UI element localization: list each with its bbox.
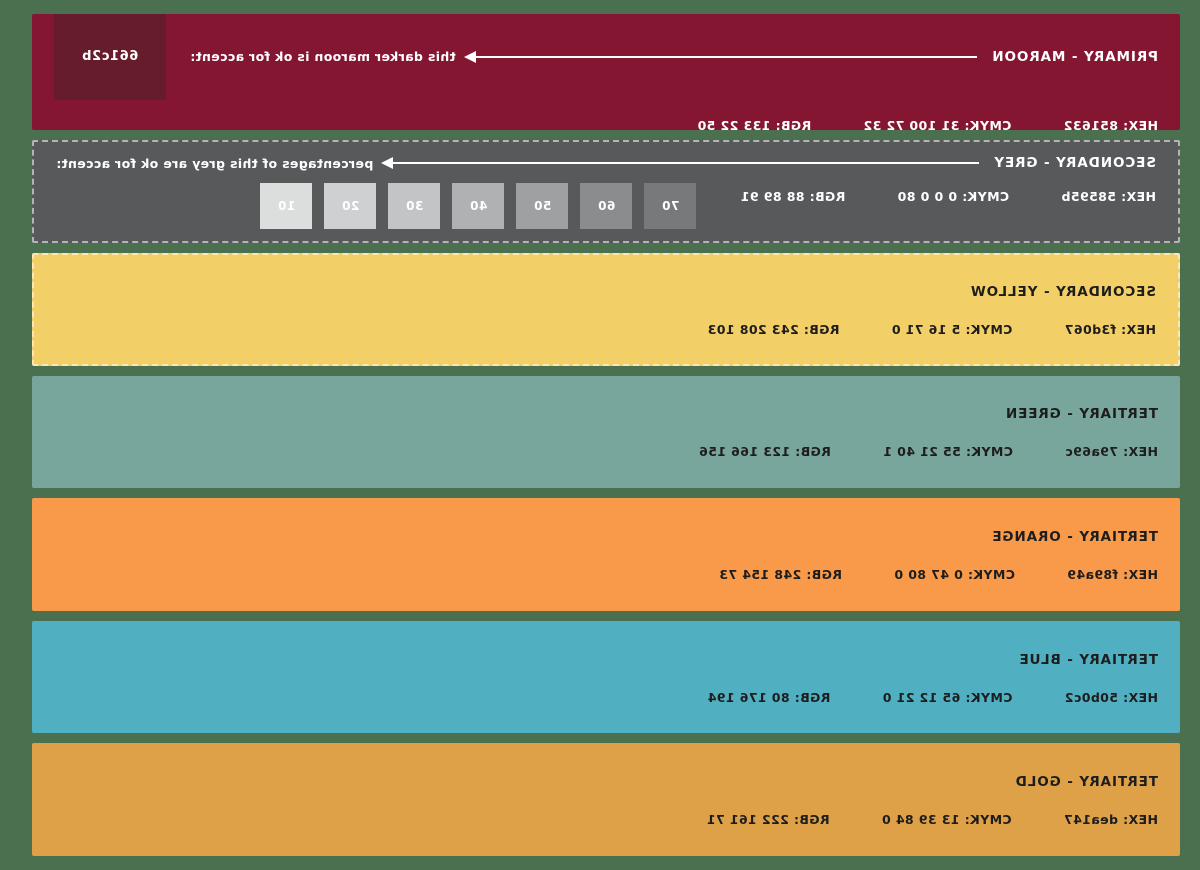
color-band-tertiary-orange: TERTIARY - ORANGE HEX: f89a49 CMYK: 0 47… bbox=[32, 498, 1180, 611]
maroon-rgb-value: RGB: 133 22 50 bbox=[697, 117, 812, 133]
grey-percent-chip[interactable]: 10 bbox=[260, 183, 313, 230]
green-rgb-value: RGB: 123 166 156 bbox=[698, 444, 831, 460]
gold-rgb-value: RGB: 222 161 71 bbox=[706, 812, 830, 828]
color-band-secondary-yellow: SECONDARY - YELLOW HEX: f3d067 CMYK: 5 1… bbox=[32, 252, 1180, 366]
grey-percent-chip[interactable]: 60 bbox=[580, 183, 633, 230]
yellow-values-row: HEX: f3d067 CMYK: 5 16 71 0 RGB: 243 208… bbox=[56, 322, 1156, 337]
grey-note-group: percentages of this grey are ok for acce… bbox=[56, 155, 980, 171]
green-cmyk-value: CMYK: 55 21 40 1 bbox=[882, 444, 1013, 460]
maroon-header-row: PRIMARY - MAROON this darker maroon is o… bbox=[54, 13, 1158, 100]
orange-rgb-value: RGB: 248 154 73 bbox=[718, 566, 842, 582]
grey-rgb-value: RGB: 88 89 91 bbox=[740, 189, 846, 205]
orange-values-row: HEX: f89a49 CMYK: 0 47 80 0 RGB: 248 154… bbox=[54, 567, 1158, 582]
grey-percent-chip[interactable]: 70 bbox=[644, 183, 697, 230]
green-hex-value: HEX: 79a69c bbox=[1064, 444, 1158, 460]
blue-values-row: HEX: 50b0c2 CMYK: 65 12 21 0 RGB: 80 176… bbox=[54, 690, 1158, 705]
grey-percent-label: 50 bbox=[533, 199, 552, 214]
gold-hex-value: HEX: dea147 bbox=[1063, 812, 1158, 828]
band-title-maroon: PRIMARY - MAROON bbox=[991, 48, 1158, 65]
yellow-cmyk-value: CMYK: 5 16 71 0 bbox=[891, 321, 1013, 337]
maroon-values-row: HEX: 851632 CMYK: 31 100 72 32 RGB: 133 … bbox=[54, 118, 1158, 133]
orange-hex-value: HEX: f89a49 bbox=[1066, 566, 1158, 582]
accent-swatch-dark-maroon[interactable]: 661c2b bbox=[54, 13, 166, 100]
grey-percent-label: 70 bbox=[661, 199, 680, 214]
color-band-tertiary-green: TERTIARY - GREEN HEX: 79a69c CMYK: 55 21… bbox=[32, 375, 1180, 489]
grey-body-row: HEX: 58595b CMYK: 0 0 0 80 RGB: 88 89 91… bbox=[56, 171, 1156, 230]
orange-cmyk-value: CMYK: 0 47 80 0 bbox=[893, 566, 1015, 582]
grey-percent-chip[interactable]: 40 bbox=[452, 183, 505, 230]
grey-percent-label: 10 bbox=[277, 199, 296, 214]
grey-cmyk-value: CMYK: 0 0 0 80 bbox=[897, 189, 1010, 205]
maroon-accent-note: this darker maroon is ok for accent: bbox=[190, 49, 456, 64]
grey-percent-chip[interactable]: 20 bbox=[324, 183, 377, 230]
grey-percent-label: 60 bbox=[597, 199, 616, 214]
arrow-right-icon bbox=[463, 50, 978, 63]
grey-percent-label: 30 bbox=[405, 199, 424, 214]
maroon-cmyk-value: CMYK: 31 100 72 32 bbox=[863, 117, 1012, 133]
blue-rgb-value: RGB: 80 176 194 bbox=[707, 689, 831, 705]
grey-accent-note: percentages of this grey are ok for acce… bbox=[56, 155, 374, 171]
maroon-hex-value: HEX: 851632 bbox=[1063, 117, 1158, 133]
gold-values-row: HEX: dea147 CMYK: 13 39 84 0 RGB: 222 16… bbox=[54, 812, 1158, 827]
color-band-tertiary-gold: TERTIARY - GOLD HEX: dea147 CMYK: 13 39 … bbox=[32, 743, 1180, 857]
grey-percent-label: 40 bbox=[469, 199, 488, 214]
accent-swatch-label: 661c2b bbox=[81, 49, 139, 64]
grey-percent-chip[interactable]: 30 bbox=[388, 183, 441, 230]
band-title-blue: TERTIARY - BLUE bbox=[1018, 651, 1158, 668]
grey-percent-chip[interactable]: 50 bbox=[516, 183, 569, 230]
band-title-yellow: SECONDARY - YELLOW bbox=[969, 283, 1156, 300]
yellow-rgb-value: RGB: 243 208 103 bbox=[707, 321, 840, 337]
band-title-green: TERTIARY - GREEN bbox=[1005, 406, 1158, 423]
blue-hex-value: HEX: 50b0c2 bbox=[1064, 689, 1158, 705]
green-values-row: HEX: 79a69c CMYK: 55 21 40 1 RGB: 123 16… bbox=[54, 444, 1158, 459]
color-band-primary-maroon: PRIMARY - MAROON this darker maroon is o… bbox=[32, 13, 1180, 133]
band-title-orange: TERTIARY - ORANGE bbox=[991, 528, 1158, 545]
gold-cmyk-value: CMYK: 13 39 84 0 bbox=[881, 812, 1012, 828]
blue-cmyk-value: CMYK: 65 12 21 0 bbox=[882, 689, 1013, 705]
band-title-grey: SECONDARY - GREY bbox=[993, 155, 1156, 172]
band-title-gold: TERTIARY - GOLD bbox=[1014, 774, 1158, 791]
arrow-right-icon bbox=[381, 157, 980, 170]
maroon-note-group: this darker maroon is ok for accent: bbox=[190, 49, 978, 64]
color-band-secondary-grey: SECONDARY - GREY percentages of this gre… bbox=[32, 140, 1180, 243]
grey-hex-value: HEX: 58595b bbox=[1061, 189, 1156, 205]
yellow-hex-value: HEX: f3d067 bbox=[1064, 321, 1156, 337]
grey-percentage-chips: 70 60 50 40 30 20 10 bbox=[260, 183, 697, 230]
grey-percent-label: 20 bbox=[341, 199, 360, 214]
color-palette-sheet: PRIMARY - MAROON this darker maroon is o… bbox=[0, 0, 1200, 870]
color-band-tertiary-blue: TERTIARY - BLUE HEX: 50b0c2 CMYK: 65 12 … bbox=[32, 620, 1180, 734]
grey-header-row: SECONDARY - GREY percentages of this gre… bbox=[56, 155, 1156, 171]
grey-values-row: HEX: 58595b CMYK: 0 0 0 80 RGB: 88 89 91 bbox=[740, 189, 1156, 204]
